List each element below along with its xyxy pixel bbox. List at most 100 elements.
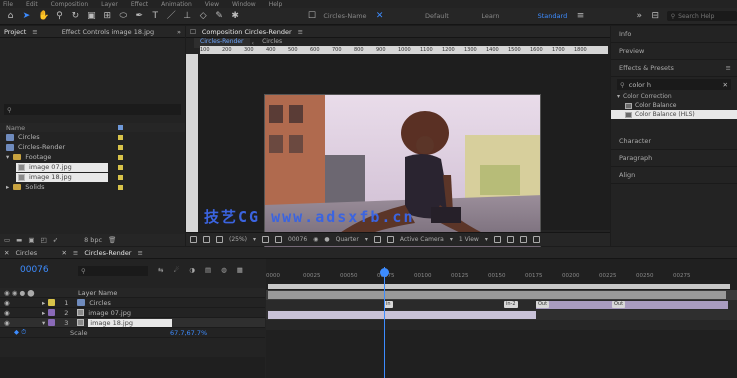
chevron-down-icon[interactable]: ▾ xyxy=(450,236,453,243)
menu-animation[interactable]: Animation xyxy=(161,1,192,8)
panel-menu-icon[interactable]: ≡ xyxy=(726,64,731,72)
track-layer-2[interactable] xyxy=(266,300,737,310)
chevron-right-icon[interactable]: ▸ xyxy=(42,299,45,307)
camera-dropdown[interactable]: Active Camera xyxy=(400,236,444,243)
region-of-interest-icon[interactable] xyxy=(275,236,283,243)
grid-toggle-icon[interactable] xyxy=(216,236,223,243)
zoom-tool-icon[interactable]: ⚲ xyxy=(55,11,64,21)
playhead-handle[interactable] xyxy=(380,268,389,277)
pan-behind-tool-icon[interactable]: ⊞ xyxy=(103,11,112,21)
menu-help[interactable]: Help xyxy=(269,1,283,8)
panel-menu-icon[interactable]: ≡ xyxy=(298,28,303,36)
pen-tool-icon[interactable]: ✒ xyxy=(135,11,144,21)
layer-marker[interactable]: Out xyxy=(536,301,550,308)
timeline-tab-circles-render[interactable]: Circles-Render xyxy=(84,249,131,257)
panel-overflow-icon[interactable]: » xyxy=(177,28,181,36)
visibility-icon[interactable]: ◉ xyxy=(0,319,42,327)
always-preview-icon[interactable] xyxy=(190,236,197,243)
layer-row-2[interactable]: ◉ ▸ 2 image 07.jpg xyxy=(0,308,265,318)
timeline-search[interactable]: ⚲ xyxy=(78,266,148,276)
home-icon[interactable]: ⌂ xyxy=(6,11,15,21)
rotate-tool-icon[interactable]: ↻ xyxy=(71,11,80,21)
chevron-right-icon[interactable]: ▸ xyxy=(6,183,9,191)
hand-tool-icon[interactable]: ✋ xyxy=(38,11,49,21)
trash-icon[interactable]: 🗑 xyxy=(108,236,116,244)
effects-search[interactable]: ⚲ color h ✕ xyxy=(617,79,731,90)
align-section[interactable]: Align xyxy=(611,167,737,184)
scale-property-row[interactable]: ◆ ⏱ Scale 67.7,67.7% xyxy=(0,328,265,338)
snapshot-icon[interactable]: ◉ xyxy=(313,236,318,243)
current-time[interactable]: 00076 xyxy=(288,236,307,243)
transparency-grid-icon[interactable] xyxy=(373,236,381,243)
name-column[interactable]: Name xyxy=(6,124,25,132)
chevron-down-icon[interactable]: ▾ xyxy=(485,236,488,243)
project-settings-icon[interactable]: ◰ xyxy=(40,236,46,244)
menu-edit[interactable]: Edit xyxy=(26,1,38,8)
view-layout-dropdown[interactable]: 1 View xyxy=(459,236,479,243)
show-channel-icon[interactable]: ● xyxy=(324,236,329,243)
timeline-tracks[interactable]: 0000 00025 00050 00075 00100 00125 00150… xyxy=(266,259,737,378)
snapping-icon[interactable]: ✕ xyxy=(375,11,384,21)
project-folder-solids[interactable]: ▸ Solids xyxy=(0,182,185,192)
timeline-icon[interactable] xyxy=(532,236,540,243)
layer-marker[interactable]: in-2 xyxy=(504,301,518,308)
camera-tool-icon[interactable]: ▣ xyxy=(87,11,96,21)
project-item-circles[interactable]: Circles xyxy=(0,132,185,142)
project-item-circles-render[interactable]: Circles-Render xyxy=(0,142,185,152)
menu-layer[interactable]: Layer xyxy=(101,1,118,8)
track-layer-3[interactable] xyxy=(266,310,737,320)
new-comp-icon[interactable]: ▣ xyxy=(28,236,34,244)
resolution-dropdown[interactable]: Quarter xyxy=(336,236,359,243)
close-icon[interactable]: ✕ xyxy=(4,249,9,257)
puppet-tool-icon[interactable]: ✱ xyxy=(231,11,240,21)
layer-row-3[interactable]: ◉ ▾ 3 image 18.jpg xyxy=(0,318,265,328)
paragraph-section[interactable]: Paragraph xyxy=(611,150,737,167)
motion-blur-icon[interactable]: ◍ xyxy=(221,266,227,274)
track-scale[interactable] xyxy=(266,320,737,330)
fast-previews-icon[interactable] xyxy=(519,236,527,243)
workspace-menu-icon[interactable]: ≡ xyxy=(576,11,585,21)
layer-2-bar[interactable] xyxy=(536,301,728,309)
project-tab[interactable]: Project xyxy=(4,28,26,36)
effect-color-balance-hls[interactable]: Color Balance (HLS) xyxy=(611,110,737,119)
project-folder-footage[interactable]: ▾ Footage xyxy=(0,152,185,162)
help-search[interactable]: ⚲ Search Help xyxy=(666,11,737,21)
menu-view[interactable]: View xyxy=(205,1,219,8)
draft-3d-icon[interactable]: ☄ xyxy=(173,266,179,274)
selection-tool-icon[interactable]: ➤ xyxy=(22,11,31,21)
chevron-down-icon[interactable]: ▾ xyxy=(6,153,9,161)
workspace-learn[interactable]: Learn xyxy=(481,12,530,20)
interpret-footage-icon[interactable]: ▭ xyxy=(4,236,10,244)
layer-1-bar[interactable] xyxy=(268,291,726,299)
track-layer-1[interactable] xyxy=(266,290,737,300)
frame-blend-icon[interactable]: ▤ xyxy=(205,266,211,274)
menu-composition[interactable]: Composition xyxy=(51,1,88,8)
effects-presets-header[interactable]: Effects & Presets ≡ xyxy=(611,60,737,77)
overflow-icon[interactable]: » xyxy=(635,11,644,21)
chevron-down-icon[interactable]: ▾ xyxy=(42,319,45,327)
reset-exposure-icon[interactable] xyxy=(493,236,501,243)
layer-marker[interactable]: in xyxy=(384,301,393,308)
shy-icon[interactable]: ◑ xyxy=(189,266,195,274)
shape-tool-icon[interactable]: ⬭ xyxy=(119,11,128,21)
lock-icon[interactable]: ☐ xyxy=(190,28,196,36)
composition-viewer[interactable]: 技艺CG www.adsxfb.cn xyxy=(186,54,610,256)
panel-menu-icon[interactable]: ≡ xyxy=(32,28,37,36)
flowchart-icon[interactable] xyxy=(506,236,514,243)
comp-flowchart-icon[interactable]: ⇆ xyxy=(158,266,163,274)
layer-row-1[interactable]: ◉ ▸ 1 Circles xyxy=(0,298,265,308)
panel-menu-icon[interactable]: ≡ xyxy=(137,249,142,257)
chevron-down-icon[interactable]: ▾ xyxy=(253,236,256,243)
brush-tool-icon[interactable]: ／ xyxy=(167,11,176,21)
menu-window[interactable]: Window xyxy=(232,1,256,8)
close-icon[interactable]: ✕ xyxy=(61,249,66,257)
effect-color-balance[interactable]: Color Balance xyxy=(611,101,737,110)
menu-file[interactable]: File xyxy=(3,1,13,8)
checkbox-icon[interactable]: ☐ xyxy=(307,11,316,21)
color-correction-category[interactable]: ▾ Color Correction xyxy=(611,92,737,101)
keyframe-nav-icon[interactable]: ◆ ⏱ xyxy=(0,328,70,337)
bit-depth-label[interactable]: 8 bpc xyxy=(84,236,102,244)
work-area-bar[interactable] xyxy=(268,284,730,289)
new-folder-icon[interactable]: ▬ xyxy=(16,236,22,244)
roto-brush-tool-icon[interactable]: ✎ xyxy=(215,11,224,21)
